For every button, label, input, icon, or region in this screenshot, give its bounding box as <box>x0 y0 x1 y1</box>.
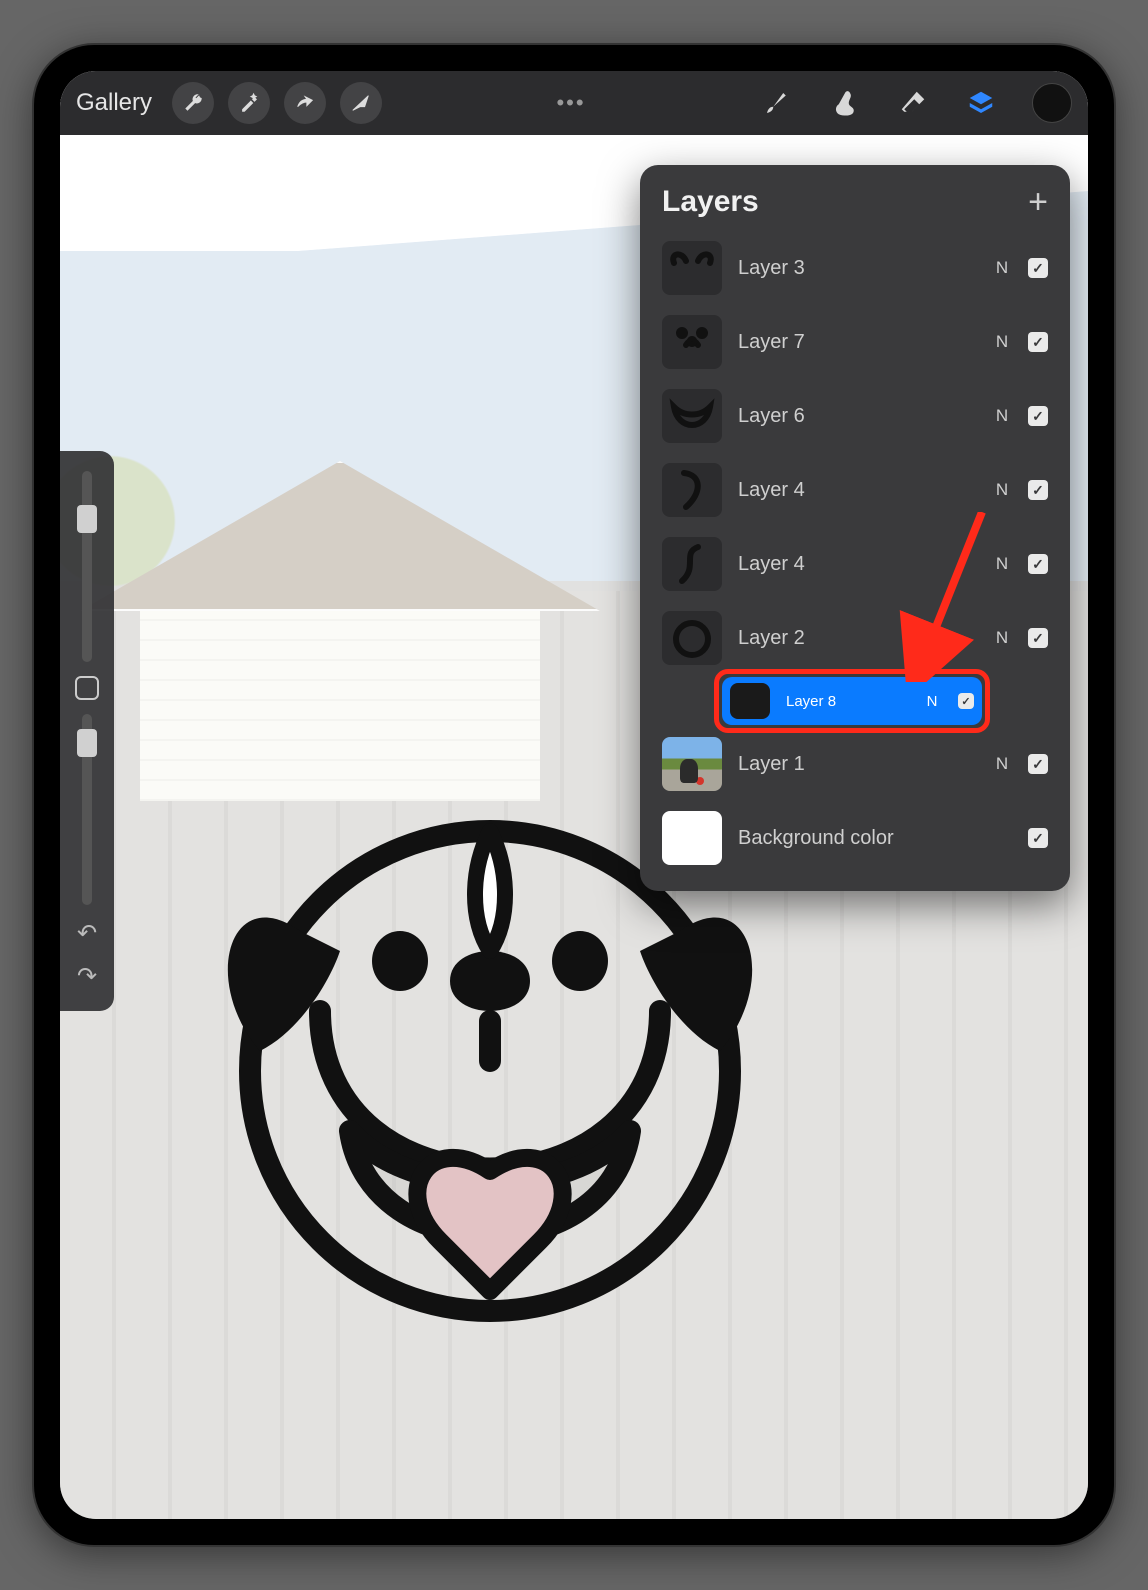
layer-label: Layer 3 <box>738 257 976 280</box>
layers-tool-button[interactable] <box>964 86 998 120</box>
selection-button[interactable] <box>284 82 326 124</box>
more-menu-button[interactable]: ••• <box>396 90 746 116</box>
layer-row-background[interactable]: Background color ✓ <box>652 803 1058 873</box>
layer-visibility-checkbox[interactable]: ✓ <box>1028 406 1048 426</box>
layers-panel: Layers + Layer 3N✓Layer 7N✓Layer 6N✓Laye… <box>640 165 1070 891</box>
layer-label: Layer 4 <box>738 479 976 502</box>
layer-visibility-checkbox[interactable]: ✓ <box>958 693 974 709</box>
layer-row[interactable]: Layer 1 N ✓ <box>652 729 1058 799</box>
layer-row[interactable]: Layer 2 N ✓ <box>652 603 1058 673</box>
redo-button[interactable]: ↷ <box>77 962 97 991</box>
layers-icon <box>966 88 996 118</box>
layer-thumbnail <box>662 315 722 369</box>
layer-row[interactable]: Layer 3 N ✓ <box>652 233 1058 303</box>
smudge-icon <box>830 88 860 118</box>
layer-visibility-checkbox[interactable]: ✓ <box>1028 754 1048 774</box>
side-slider-panel: ↶ ↷ <box>60 451 114 1011</box>
ipad-device-frame: Gallery ••• <box>34 45 1114 1545</box>
brush-opacity-slider[interactable] <box>82 714 92 905</box>
layer-thumbnail <box>662 737 722 791</box>
layer-thumbnail <box>730 683 770 719</box>
layer-blend-mode[interactable]: N <box>992 406 1012 426</box>
layer-blend-mode[interactable]: N <box>992 258 1012 278</box>
layer-row[interactable]: Layer 4 N ✓ <box>652 529 1058 599</box>
brush-icon <box>762 88 792 118</box>
layer-row[interactable]: Layer 8 N ✓ <box>722 677 982 725</box>
gallery-button[interactable]: Gallery <box>76 89 152 117</box>
layer-thumbnail <box>662 537 722 591</box>
eyedropper-button[interactable] <box>75 676 99 700</box>
layer-blend-mode[interactable]: N <box>922 693 942 710</box>
screen: Gallery ••• <box>60 71 1088 1519</box>
layer-thumbnail <box>662 463 722 517</box>
top-toolbar: Gallery ••• <box>60 71 1088 135</box>
brush-tool-button[interactable] <box>760 86 794 120</box>
house <box>120 461 560 761</box>
smudge-tool-button[interactable] <box>828 86 862 120</box>
layer-label: Background color <box>738 827 976 850</box>
adjustments-wand-button[interactable] <box>228 82 270 124</box>
layer-thumbnail <box>662 811 722 865</box>
transform-move-button[interactable] <box>340 82 382 124</box>
layer-blend-mode[interactable]: N <box>992 754 1012 774</box>
select-icon <box>294 92 316 114</box>
eraser-icon <box>898 88 928 118</box>
layer-visibility-checkbox[interactable]: ✓ <box>1028 828 1048 848</box>
layer-visibility-checkbox[interactable]: ✓ <box>1028 554 1048 574</box>
wand-icon <box>238 92 260 114</box>
layer-label: Layer 6 <box>738 405 976 428</box>
eraser-tool-button[interactable] <box>896 86 930 120</box>
layer-visibility-checkbox[interactable]: ✓ <box>1028 332 1048 352</box>
layer-visibility-checkbox[interactable]: ✓ <box>1028 480 1048 500</box>
layer-label: Layer 8 <box>786 693 906 710</box>
brush-size-slider[interactable] <box>82 471 92 662</box>
layer-thumbnail <box>662 241 722 295</box>
layers-panel-title: Layers <box>662 185 759 219</box>
layer-thumbnail <box>662 611 722 665</box>
wrench-icon <box>182 92 204 114</box>
layer-blend-mode[interactable]: N <box>992 332 1012 352</box>
layer-visibility-checkbox[interactable]: ✓ <box>1028 258 1048 278</box>
layer-blend-mode[interactable]: N <box>992 628 1012 648</box>
color-picker-button[interactable] <box>1032 83 1072 123</box>
layer-row[interactable]: Layer 6 N ✓ <box>652 381 1058 451</box>
actions-wrench-button[interactable] <box>172 82 214 124</box>
layer-thumbnail <box>662 389 722 443</box>
layer-row[interactable]: Layer 4 N ✓ <box>652 455 1058 525</box>
layer-visibility-checkbox[interactable]: ✓ <box>1028 628 1048 648</box>
layer-label: Layer 2 <box>738 627 976 650</box>
move-icon <box>350 92 372 114</box>
layer-label: Layer 7 <box>738 331 976 354</box>
layer-label: Layer 1 <box>738 753 976 776</box>
layer-label: Layer 4 <box>738 553 976 576</box>
layer-blend-mode[interactable]: N <box>992 554 1012 574</box>
layer-blend-mode[interactable]: N <box>992 480 1012 500</box>
layer-row[interactable]: Layer 7 N ✓ <box>652 307 1058 377</box>
undo-button[interactable]: ↶ <box>77 919 97 948</box>
add-layer-button[interactable]: + <box>1028 185 1048 219</box>
